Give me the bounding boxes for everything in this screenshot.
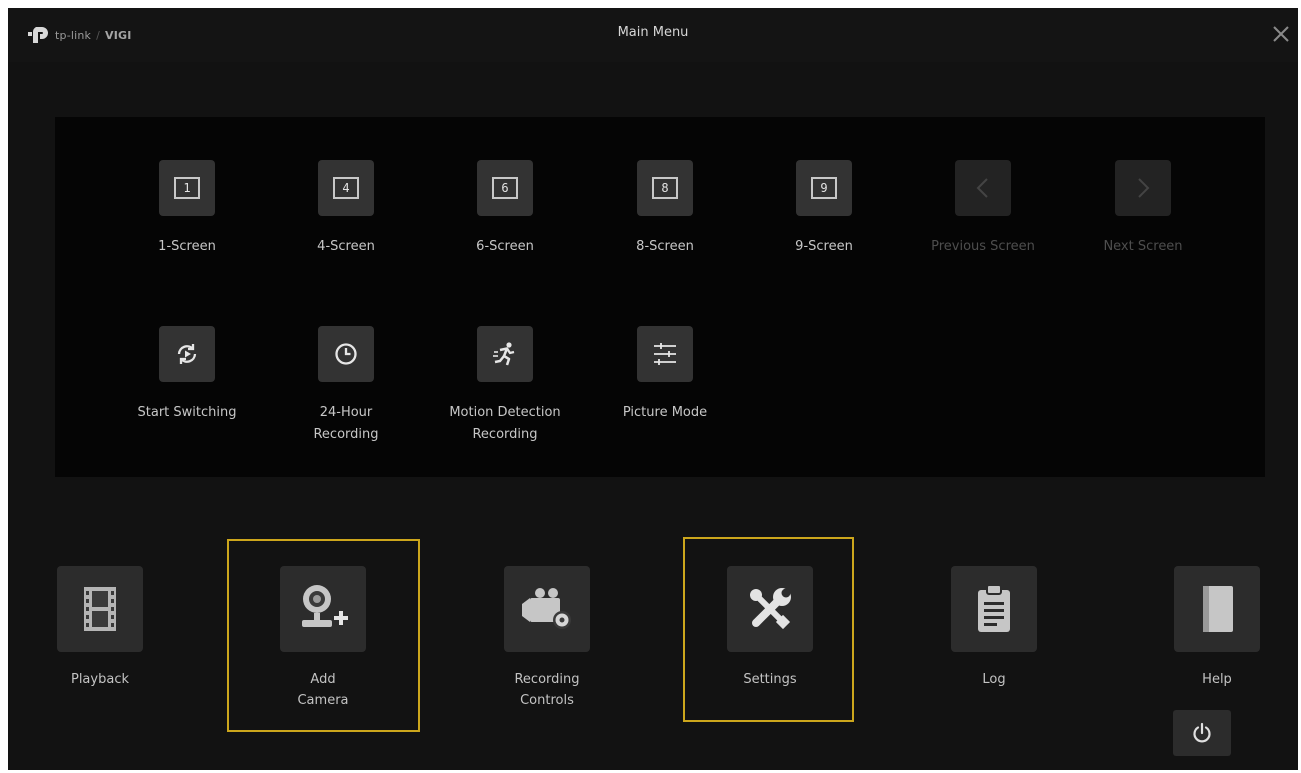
playback-label-line1: Playback <box>70 672 129 687</box>
power-icon <box>1193 722 1211 743</box>
title-bar: tp-link / VIGI Main Menu <box>8 8 1298 62</box>
24-hour-recording-button[interactable]: 24-Hour Recording <box>262 326 430 446</box>
4-screen-label: 4-Screen <box>317 239 375 254</box>
start-switching-button[interactable]: Start Switching <box>103 326 271 424</box>
6-screen-label: 6-Screen <box>476 239 534 254</box>
help-label: Help <box>1127 669 1298 690</box>
recording-controls-label-line1: Recording <box>514 672 580 687</box>
1-screen-button[interactable]: 1 1-Screen <box>103 160 271 258</box>
running-man-icon <box>477 326 533 382</box>
motion-detection-recording-label-line2: Recording <box>472 427 538 442</box>
window-title: Main Menu <box>617 25 689 40</box>
start-switching-label: Start Switching <box>103 402 271 424</box>
24-hour-recording-label-line2: Recording <box>313 427 379 442</box>
9-screen-label: 9-Screen <box>795 239 853 254</box>
four-screen-icon: 4 <box>318 160 374 216</box>
24-hour-recording-label-line1: 24-Hour <box>319 405 373 420</box>
video-camera-icon <box>504 566 590 652</box>
tools-icon <box>727 566 813 652</box>
log-label-line1: Log <box>982 672 1006 687</box>
log-button[interactable]: Log <box>904 566 1084 690</box>
add-camera-label: Add Camera <box>233 669 413 711</box>
nine-screen-icon-number: 9 <box>811 177 837 199</box>
one-screen-icon-number: 1 <box>174 177 200 199</box>
picture-mode-button[interactable]: Picture Mode <box>581 326 749 424</box>
log-label: Log <box>904 669 1084 690</box>
settings-label: Settings <box>680 669 860 690</box>
next-screen-icon <box>1115 160 1171 216</box>
sliders-icon <box>637 326 693 382</box>
4-screen-button[interactable]: 4 4-Screen <box>262 160 430 258</box>
start-switching-icon <box>159 326 215 382</box>
1-screen-label: 1-Screen <box>158 239 216 254</box>
settings-button[interactable]: Settings <box>680 566 860 690</box>
clock-icon <box>318 326 374 382</box>
recording-controls-label: Recording Controls <box>457 669 637 711</box>
four-screen-icon-number: 4 <box>333 177 359 199</box>
playback-button[interactable]: Playback <box>10 566 190 690</box>
close-icon <box>1273 26 1289 42</box>
add-camera-label-line1: Add <box>310 672 336 687</box>
recording-controls-button[interactable]: Recording Controls <box>457 566 637 711</box>
8-screen-button[interactable]: 8 8-Screen <box>581 160 749 258</box>
eight-screen-icon: 8 <box>637 160 693 216</box>
help-label-line1: Help <box>1202 672 1232 687</box>
book-icon <box>1174 566 1260 652</box>
add-camera-button[interactable]: Add Camera <box>233 566 413 711</box>
power-button[interactable] <box>1173 710 1231 756</box>
next-screen-label: Next Screen <box>1103 239 1183 254</box>
previous-screen-button: Previous Screen <box>899 160 1067 258</box>
motion-detection-recording-label-line1: Motion Detection <box>449 405 561 420</box>
9-screen-button[interactable]: 9 9-Screen <box>740 160 908 258</box>
8-screen-label: 8-Screen <box>636 239 694 254</box>
close-button[interactable] <box>1270 23 1292 45</box>
picture-mode-label: Picture Mode <box>581 402 749 424</box>
add-camera-label-line2: Camera <box>297 693 349 708</box>
previous-screen-icon <box>955 160 1011 216</box>
previous-screen-label: Previous Screen <box>931 239 1035 254</box>
main-menu-window: tp-link / VIGI Main Menu 1 1-Screen 4 4-Scree… <box>8 8 1298 770</box>
eight-screen-icon-number: 8 <box>652 177 678 199</box>
picture-mode-label-line1: Picture Mode <box>622 405 708 420</box>
next-screen-button: Next Screen <box>1059 160 1227 258</box>
recording-controls-label-line2: Controls <box>520 693 574 708</box>
motion-detection-recording-button[interactable]: Motion Detection Recording <box>421 326 589 446</box>
motion-detection-recording-label: Motion Detection Recording <box>421 402 589 446</box>
nine-screen-icon: 9 <box>796 160 852 216</box>
clipboard-icon <box>951 566 1037 652</box>
film-icon <box>57 566 143 652</box>
six-screen-icon: 6 <box>477 160 533 216</box>
six-screen-icon-number: 6 <box>492 177 518 199</box>
24-hour-recording-label: 24-Hour Recording <box>262 402 430 446</box>
playback-label: Playback <box>10 669 190 690</box>
one-screen-icon: 1 <box>159 160 215 216</box>
start-switching-label-line1: Start Switching <box>137 405 237 420</box>
6-screen-button[interactable]: 6 6-Screen <box>421 160 589 258</box>
settings-label-line1: Settings <box>743 672 797 687</box>
add-camera-icon <box>280 566 366 652</box>
help-button[interactable]: Help <box>1127 566 1298 690</box>
